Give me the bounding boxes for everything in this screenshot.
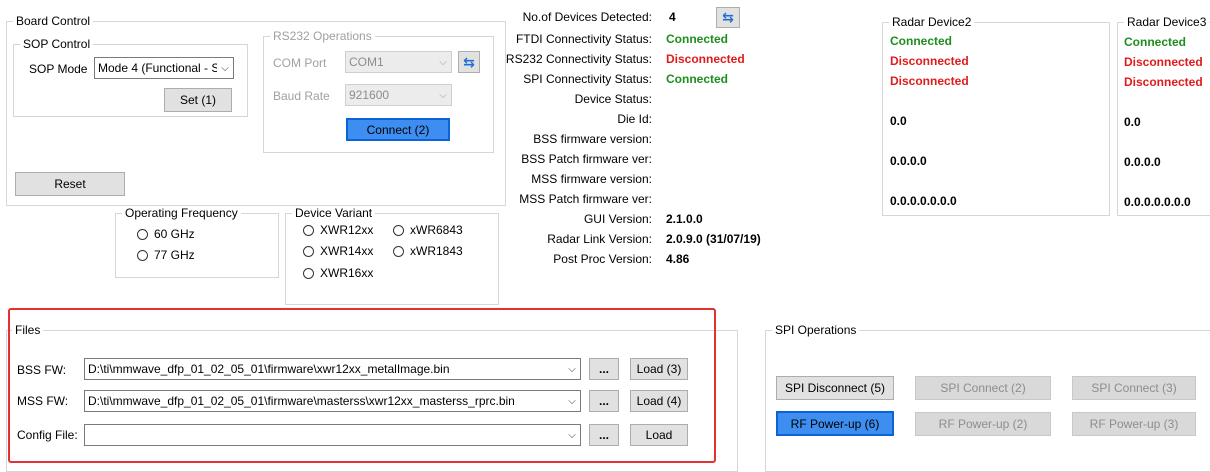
radio-xwr12xx-label: XWR12xx <box>320 223 374 237</box>
rs232-status-value: Disconnected <box>666 52 745 66</box>
radio-xwr16xx[interactable]: XWR16xx <box>303 266 373 280</box>
baud-rate-value: 921600 <box>349 88 390 102</box>
radio-circle <box>137 249 148 261</box>
chevron-down-icon: ⌵ <box>439 56 447 68</box>
bss-fw-version-label: BSS firmware version: <box>533 132 652 146</box>
radar2-bss-patch-value: 0.0.0.0 <box>890 154 927 168</box>
radar-device3-title: Radar Device3 <box>1124 15 1210 29</box>
die-id-label: Die Id: <box>617 112 652 126</box>
spi-disconnect-button[interactable]: SPI Disconnect (5) <box>776 376 894 400</box>
rf-powerup-button[interactable]: RF Power-up (6) <box>776 411 894 436</box>
spi-connect-3-button[interactable]: SPI Connect (3) <box>1072 376 1196 400</box>
post-proc-version-label: Post Proc Version: <box>553 252 652 266</box>
radio-60ghz-label: 60 GHz <box>154 227 195 241</box>
radio-xwr14xx[interactable]: XWR14xx <box>303 244 373 258</box>
rf-powerup-3-button[interactable]: RF Power-up (3) <box>1072 412 1196 436</box>
radio-xwr12xx[interactable]: XWR12xx <box>303 223 373 237</box>
radar3-ftdi-value: Connected <box>1124 35 1187 49</box>
connect-button[interactable]: Connect (2) <box>346 118 450 141</box>
rs232-operations-title: RS232 Operations <box>270 29 375 43</box>
baud-rate-select[interactable]: 921600 ⌵ <box>345 84 452 106</box>
radio-circle <box>303 267 314 279</box>
radar2-spi-value: Disconnected <box>890 74 969 88</box>
gui-version-label: GUI Version: <box>583 212 652 226</box>
sop-mode-label: SOP Mode <box>29 62 88 76</box>
radar-device2-group: Radar Device2 <box>882 15 1110 216</box>
radar2-mss-patch-value: 0.0.0.0.0.0.0 <box>890 194 957 208</box>
radio-xwr16xx-label: XWR16xx <box>320 266 374 280</box>
devices-refresh-button[interactable]: ⇆ <box>716 7 740 28</box>
radar2-ftdi-value: Connected <box>890 34 953 48</box>
set-button[interactable]: Set (1) <box>164 88 232 112</box>
radio-circle <box>137 228 148 240</box>
radar3-die-id-value: 0.0 <box>1124 115 1141 129</box>
device-variant-title: Device Variant <box>292 206 376 220</box>
radio-circle <box>303 245 314 257</box>
rs232-status-label: RS232 Connectivity Status: <box>505 52 652 66</box>
radar3-bss-patch-value: 0.0.0.0 <box>1124 155 1161 169</box>
radio-xwr1843[interactable]: xWR1843 <box>393 244 463 258</box>
baud-rate-label: Baud Rate <box>273 89 330 103</box>
device-status-label: Device Status: <box>574 92 652 106</box>
sop-mode-select[interactable]: Mode 4 (Functional - SPI) ⌵ <box>94 57 234 79</box>
chevron-down-icon: ⌵ <box>439 89 447 101</box>
radio-circle <box>393 245 404 257</box>
radio-xwr1843-label: xWR1843 <box>410 244 463 258</box>
refresh-icon: ⇆ <box>463 53 475 70</box>
radio-xwr6843-label: xWR6843 <box>410 223 463 237</box>
radio-circle <box>303 224 314 236</box>
radio-circle <box>393 224 404 236</box>
files-highlight-box <box>8 308 716 463</box>
rf-powerup-2-button[interactable]: RF Power-up (2) <box>915 412 1051 436</box>
radio-60ghz[interactable]: 60 GHz <box>137 227 195 241</box>
radar-link-version-value: 2.0.9.0 (31/07/19) <box>666 232 761 246</box>
radar2-die-id-value: 0.0 <box>890 114 907 128</box>
radio-77ghz[interactable]: 77 GHz <box>137 248 195 262</box>
operating-frequency-title: Operating Frequency <box>122 206 241 220</box>
spi-operations-title: SPI Operations <box>772 323 860 337</box>
radio-77ghz-label: 77 GHz <box>154 248 195 262</box>
board-control-title: Board Control <box>13 14 94 28</box>
radar3-mss-patch-value: 0.0.0.0.0.0.0 <box>1124 195 1191 209</box>
ftdi-status-value: Connected <box>666 32 729 46</box>
reset-button[interactable]: Reset <box>15 172 125 196</box>
sop-mode-value: Mode 4 (Functional - SPI) <box>98 61 217 75</box>
ftdi-status-label: FTDI Connectivity Status: <box>515 32 652 46</box>
com-port-select[interactable]: COM1 ⌵ <box>345 51 452 73</box>
radio-xwr6843[interactable]: xWR6843 <box>393 223 463 237</box>
radar-link-version-label: Radar Link Version: <box>547 232 652 246</box>
radar3-rs232-value: Disconnected <box>1124 55 1203 69</box>
sop-control-title: SOP Control <box>20 37 94 51</box>
spi-status-label: SPI Connectivity Status: <box>523 72 652 86</box>
devices-detected-label: No.of Devices Detected: <box>522 10 652 24</box>
radar-device2-title: Radar Device2 <box>889 15 975 29</box>
post-proc-version-value: 4.86 <box>666 252 690 266</box>
chevron-down-icon: ⌵ <box>221 62 229 74</box>
spi-status-value: Connected <box>666 72 729 86</box>
spi-operations-group: SPI Operations <box>765 323 1210 472</box>
radar3-spi-value: Disconnected <box>1124 75 1203 89</box>
com-port-value: COM1 <box>349 55 384 69</box>
com-port-label: COM Port <box>273 56 327 70</box>
bss-patch-version-label: BSS Patch firmware ver: <box>521 152 652 166</box>
refresh-icon: ⇆ <box>722 9 734 25</box>
mss-patch-version-label: MSS Patch firmware ver: <box>519 192 652 206</box>
gui-version-value: 2.1.0.0 <box>666 212 703 226</box>
radar2-rs232-value: Disconnected <box>890 54 969 68</box>
spi-connect-2-button[interactable]: SPI Connect (2) <box>915 376 1051 400</box>
radio-xwr14xx-label: XWR14xx <box>320 244 374 258</box>
devices-detected-value: 4 <box>669 10 676 24</box>
mss-fw-version-label: MSS firmware version: <box>531 172 652 186</box>
com-refresh-button[interactable]: ⇆ <box>458 51 480 73</box>
operating-frequency-group: Operating Frequency <box>115 206 279 278</box>
